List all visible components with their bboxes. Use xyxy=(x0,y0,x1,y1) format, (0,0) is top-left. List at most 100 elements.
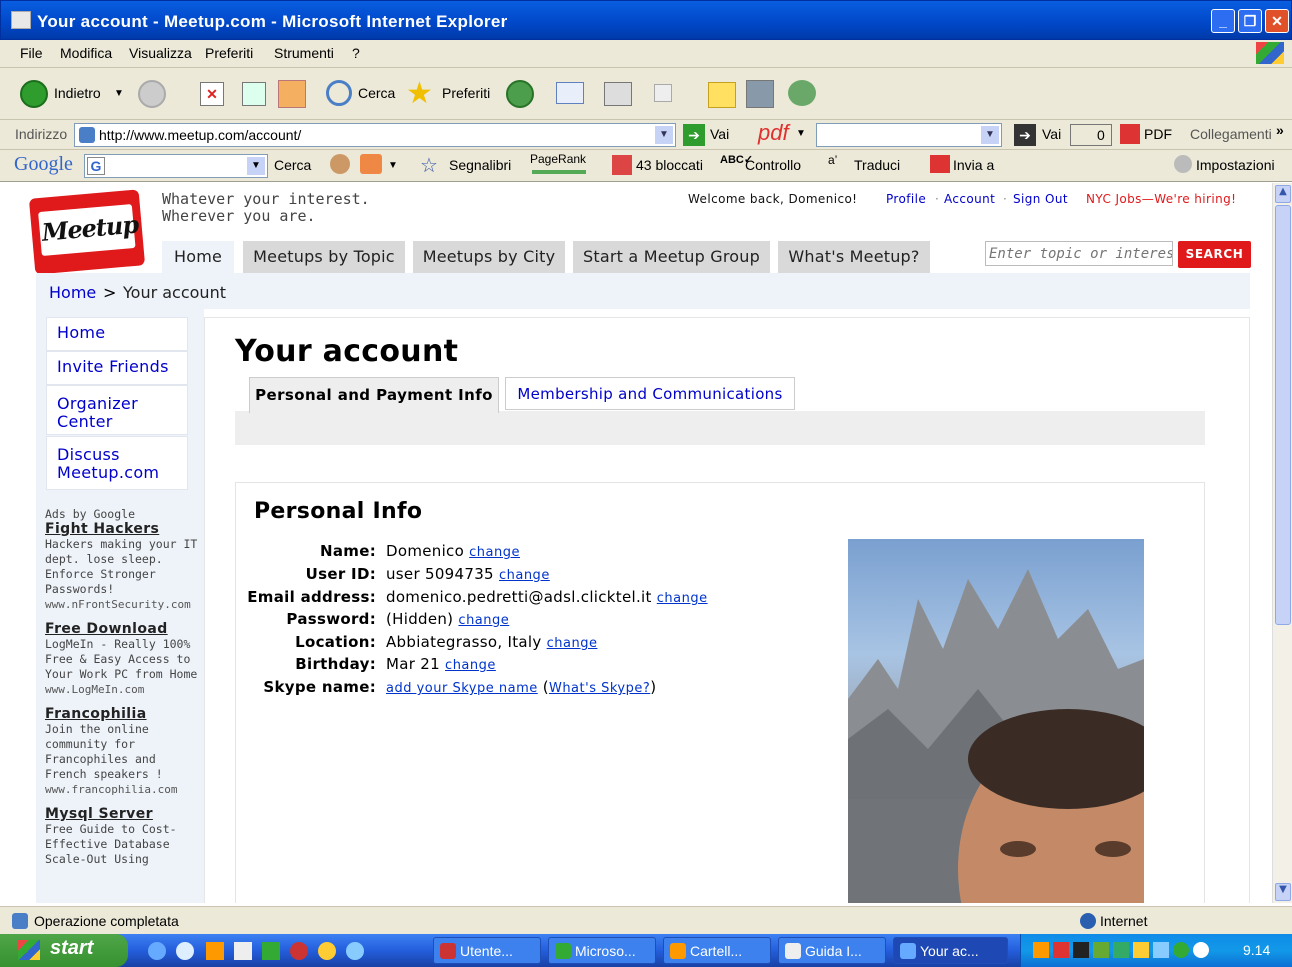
go2-button[interactable]: Vai xyxy=(1042,126,1061,142)
tray-icon[interactable] xyxy=(1173,942,1189,958)
favorites-button-label[interactable]: Preferiti xyxy=(442,85,490,101)
history-icon[interactable] xyxy=(506,80,534,108)
close-button[interactable]: ✕ xyxy=(1265,9,1289,33)
translate-button[interactable]: Traduci xyxy=(854,157,900,173)
nav-tab-meetups-by-topic[interactable]: Meetups by Topic xyxy=(243,241,405,273)
back-button-label[interactable]: Indietro xyxy=(54,85,101,101)
task-utente[interactable]: Utente... xyxy=(433,937,541,964)
pagerank-label[interactable]: PageRank xyxy=(530,152,586,166)
tray-icon[interactable] xyxy=(1053,942,1069,958)
go-arrow-icon[interactable]: ➔ xyxy=(683,124,705,146)
ad-title[interactable]: Francophilia xyxy=(45,707,204,722)
change-link[interactable]: change xyxy=(499,568,550,583)
ad-title[interactable]: Free Download xyxy=(45,622,204,637)
jobs-link[interactable]: NYC Jobs—We're hiring! xyxy=(1086,192,1236,206)
ad-url[interactable]: www.nFrontSecurity.com xyxy=(45,597,204,612)
start-button[interactable]: start xyxy=(0,934,128,967)
quicklaunch-ie-icon[interactable] xyxy=(148,942,166,960)
quicklaunch-icon[interactable] xyxy=(290,942,308,960)
quicklaunch-icon[interactable] xyxy=(176,942,194,960)
quicklaunch-word-icon[interactable] xyxy=(234,942,252,960)
pdf-logo[interactable]: pdf xyxy=(758,120,789,146)
favorites-star-icon[interactable]: ★ xyxy=(406,76,433,111)
quicklaunch-excel-icon[interactable] xyxy=(262,942,280,960)
profile-photo[interactable] xyxy=(848,539,1144,903)
menu-help[interactable]: ? xyxy=(352,45,360,61)
news-icon[interactable] xyxy=(330,154,350,174)
ad-title[interactable]: Fight Hackers xyxy=(45,522,204,537)
task-your-account[interactable]: Your ac... xyxy=(893,937,1008,964)
google-search-input[interactable]: G ▼ xyxy=(84,154,268,178)
pdf-button[interactable]: PDF xyxy=(1144,126,1172,142)
print-icon[interactable] xyxy=(604,82,632,106)
minimize-button[interactable]: _ xyxy=(1211,9,1235,33)
pdf-dropdown-icon[interactable]: ▼ xyxy=(796,128,806,139)
tray-icon[interactable] xyxy=(1113,942,1129,958)
pdf-search-field[interactable]: ▼ xyxy=(816,123,1002,147)
bookmarks-button[interactable]: Segnalibri xyxy=(449,157,511,173)
bookmark-star-icon[interactable]: ☆ xyxy=(420,153,438,178)
tray-icon[interactable] xyxy=(1193,942,1209,958)
go2-arrow-icon[interactable]: ➔ xyxy=(1014,124,1036,146)
sign-out-link[interactable]: Sign Out xyxy=(1013,192,1068,206)
quicklaunch-icon[interactable] xyxy=(346,942,364,960)
network-icon[interactable] xyxy=(1153,942,1169,958)
search-button-label[interactable]: Cerca xyxy=(358,85,395,101)
send-to-button[interactable]: Invia a xyxy=(953,157,994,173)
change-link[interactable]: change xyxy=(657,591,708,606)
settings-button[interactable]: Impostazioni xyxy=(1196,157,1275,173)
refresh-icon[interactable] xyxy=(242,82,266,106)
back-arrow-icon[interactable] xyxy=(20,80,48,108)
clock[interactable]: 9.14 xyxy=(1243,942,1270,958)
search-icon[interactable] xyxy=(326,80,352,106)
links-button[interactable]: Collegamenti xyxy=(1190,126,1272,142)
forward-arrow-icon[interactable] xyxy=(138,80,166,108)
window-title-bar[interactable]: Your account - Meetup.com - Microsoft In… xyxy=(0,0,1292,40)
change-link[interactable]: change xyxy=(547,636,598,651)
volume-icon[interactable] xyxy=(1073,942,1089,958)
task-guida[interactable]: Guida I... xyxy=(778,937,886,964)
google-search-button[interactable]: Cerca xyxy=(274,157,311,173)
change-link[interactable]: change xyxy=(458,613,509,628)
sidebar-item-organizer-center[interactable]: Organizer Center xyxy=(46,385,188,435)
toolbar-overflow-icon[interactable]: » xyxy=(1276,122,1284,138)
google-search-dropdown-icon[interactable]: ▼ xyxy=(247,157,265,175)
tray-icon[interactable] xyxy=(1033,942,1049,958)
profile-link[interactable]: Profile xyxy=(886,192,926,206)
task-folder[interactable]: Cartell... xyxy=(663,937,771,964)
notes-icon[interactable] xyxy=(708,82,736,108)
highlight-dropdown-icon[interactable]: ▼ xyxy=(388,160,398,171)
tray-icon[interactable] xyxy=(1133,942,1149,958)
sidebar-item-discuss[interactable]: Discuss Meetup.com xyxy=(46,436,188,490)
change-link[interactable]: change xyxy=(445,658,496,673)
scroll-up-icon[interactable]: ▲ xyxy=(1275,185,1291,203)
task-excel[interactable]: Microso... xyxy=(548,937,656,964)
meetup-logo[interactable]: Meetup xyxy=(28,189,146,275)
tray-icon[interactable] xyxy=(1093,942,1109,958)
ad-url[interactable]: www.francophilia.com xyxy=(45,782,204,797)
menu-modifica[interactable]: Modifica xyxy=(60,45,112,61)
menu-file[interactable]: File xyxy=(20,45,43,61)
breadcrumb-home-link[interactable]: Home xyxy=(49,283,96,302)
nav-tab-home[interactable]: Home xyxy=(162,241,234,273)
messenger-icon[interactable] xyxy=(788,80,816,106)
maximize-button[interactable]: ❐ xyxy=(1238,9,1262,33)
mail-icon[interactable] xyxy=(556,82,584,104)
sidebar-item-home[interactable]: Home xyxy=(46,317,188,351)
address-field[interactable]: http://www.meetup.com/account/ ▼ xyxy=(74,123,676,147)
quicklaunch-icon[interactable] xyxy=(318,942,336,960)
sidebar-item-invite-friends[interactable]: Invite Friends xyxy=(46,351,188,385)
search-button[interactable]: SEARCH xyxy=(1178,241,1251,268)
nav-tab-start-group[interactable]: Start a Meetup Group xyxy=(573,241,770,273)
vertical-scrollbar[interactable]: ▲ ▼ xyxy=(1272,183,1292,903)
stop-icon[interactable]: ✕ xyxy=(200,82,224,106)
tab-personal-payment[interactable]: Personal and Payment Info xyxy=(249,377,499,413)
google-logo[interactable]: Google xyxy=(14,153,73,176)
pdf-field-dropdown-icon[interactable]: ▼ xyxy=(981,126,999,144)
nav-tab-whats-meetup[interactable]: What's Meetup? xyxy=(778,241,930,273)
topic-search-input[interactable] xyxy=(985,241,1173,266)
scroll-down-icon[interactable]: ▼ xyxy=(1275,883,1291,901)
home-icon[interactable] xyxy=(278,80,306,108)
ad-title[interactable]: Mysql Server xyxy=(45,807,204,822)
menu-strumenti[interactable]: Strumenti xyxy=(274,45,334,61)
